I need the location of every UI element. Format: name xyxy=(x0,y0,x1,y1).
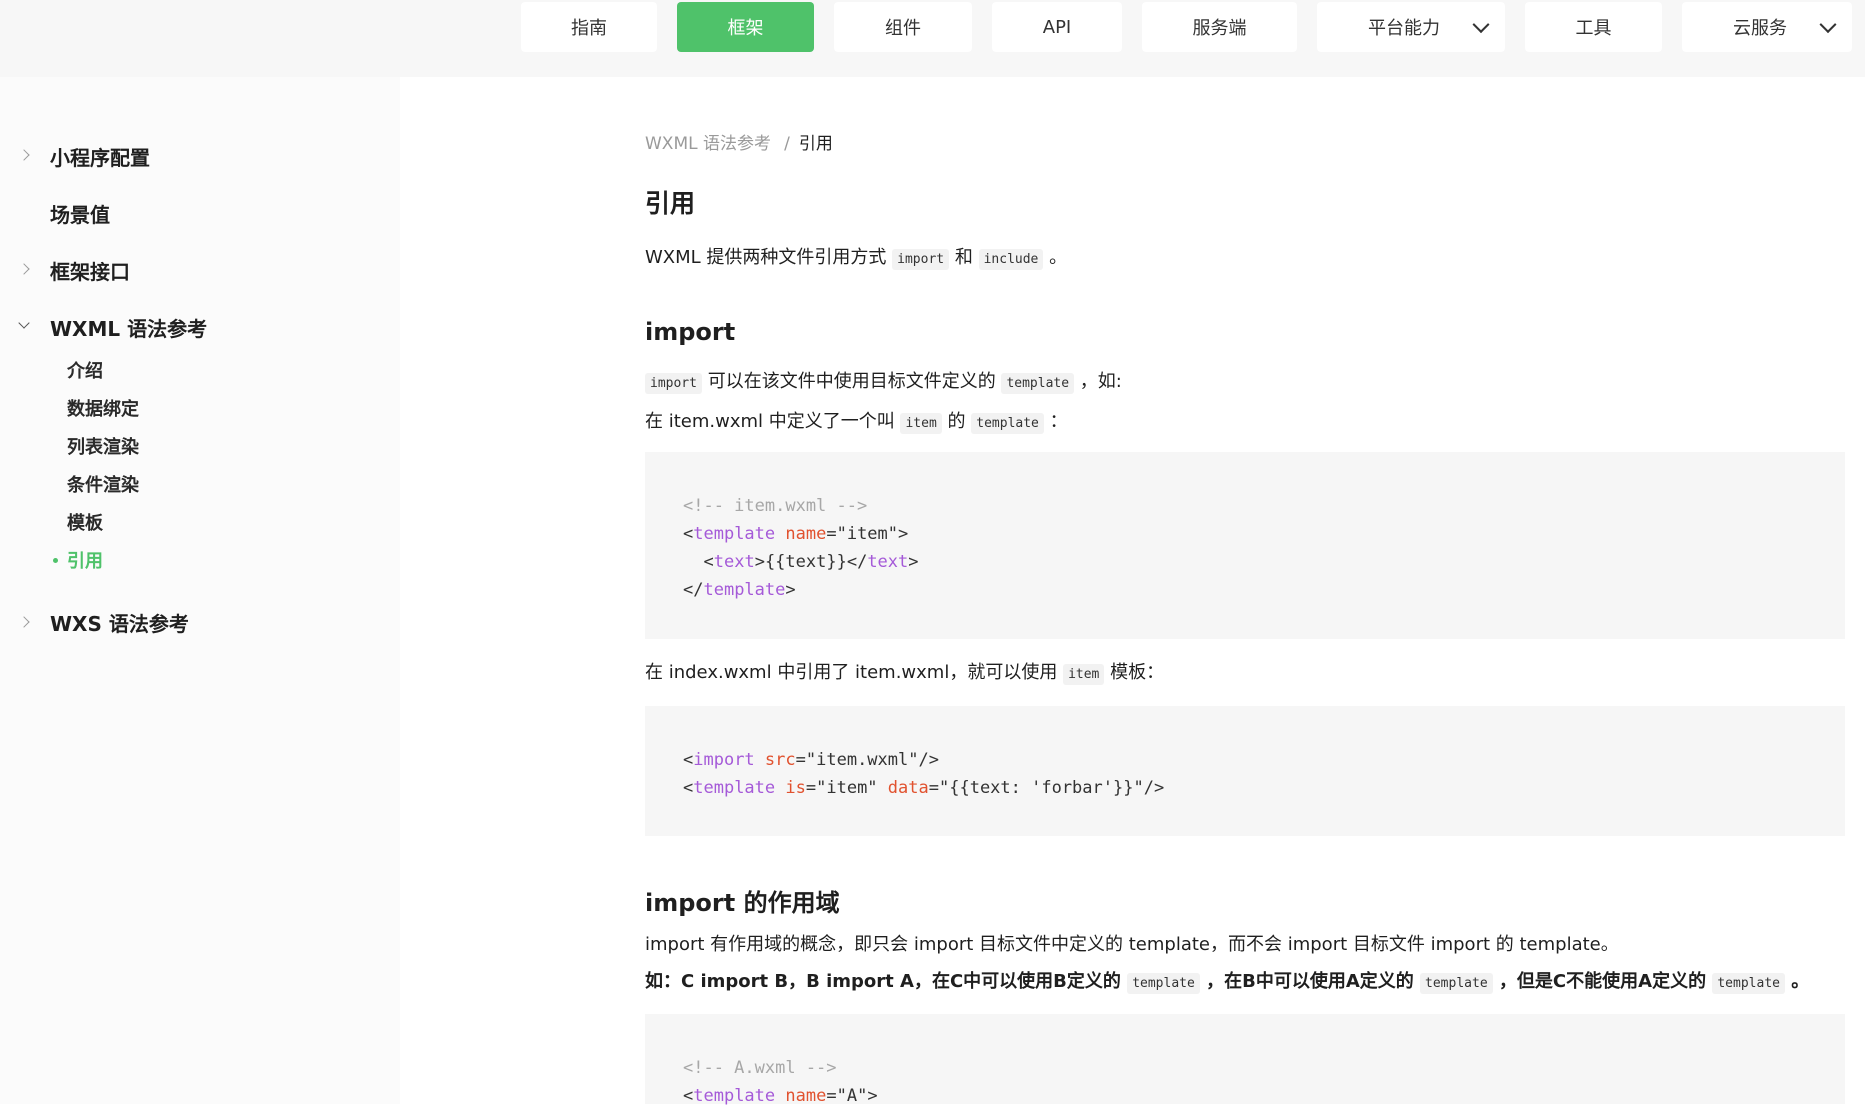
sidebar-item-wxs[interactable]: WXS 语法参考 xyxy=(50,608,189,637)
inline-code: template xyxy=(971,413,1044,434)
sidebar-subitem-template[interactable]: 模板 xyxy=(67,509,103,535)
import-paragraph-3: 在 index.wxml 中引用了 item.wxml，就可以使用 item 模… xyxy=(645,658,1165,685)
inline-code: item xyxy=(1063,664,1105,685)
sidebar-item-config[interactable]: 小程序配置 xyxy=(50,142,150,171)
paragraph-text: 如：C import B，B import A，在C中可以使用B定义的 xyxy=(645,971,1121,992)
sidebar-subitem-list-render[interactable]: 列表渲染 xyxy=(67,433,139,459)
inline-code: template xyxy=(1001,373,1075,394)
code-line: <import src="item.wxml"/> xyxy=(683,750,939,770)
sidebar-subitem-intro[interactable]: 介绍 xyxy=(67,357,103,383)
code-line: <template is="item" data="{{text: 'forba… xyxy=(683,778,1165,798)
nav-tab-label: 指南 xyxy=(571,18,607,39)
chevron-down-icon xyxy=(1819,16,1837,34)
inline-code: template xyxy=(1127,973,1200,994)
intro-text: 和 xyxy=(954,247,973,268)
nav-tab-guide[interactable]: 指南 xyxy=(521,2,657,52)
code-comment: <!-- item.wxml --> xyxy=(683,496,868,516)
nav-tab-label: 服务端 xyxy=(1192,18,1247,39)
sidebar: 小程序配置 场景值 框架接口 WXML 语法参考 介绍 数据绑定 列表渲染 条件… xyxy=(0,77,400,1104)
nav-tab-api[interactable]: API xyxy=(992,2,1122,52)
chevron-right-icon[interactable] xyxy=(18,263,30,275)
nav-tab-cloud[interactable]: 云服务 xyxy=(1682,2,1852,52)
inline-code: template xyxy=(1420,973,1493,994)
breadcrumb-separator: / xyxy=(784,134,790,154)
code-block-item: <!-- item.wxml --> <template name="item"… xyxy=(645,452,1845,639)
section-title-import-scope: import 的作用域 xyxy=(645,889,840,917)
intro-text: 。 xyxy=(1049,247,1068,268)
paragraph-text: ，在B中可以使用A定义的 xyxy=(1206,971,1414,992)
paragraph-text: ： xyxy=(1049,411,1068,432)
top-navigation: 指南 框架 组件 API 服务端 平台能力 工具 云服务 xyxy=(0,0,1865,77)
paragraph-text: 模板： xyxy=(1110,662,1165,683)
intro-text: WXML 提供两种文件引用方式 xyxy=(645,247,887,268)
nav-tab-label: API xyxy=(1042,16,1072,38)
nav-tab-label: 组件 xyxy=(885,18,921,39)
sidebar-subitem-data-binding[interactable]: 数据绑定 xyxy=(67,395,139,421)
inline-code: import xyxy=(892,249,950,270)
nav-tab-label: 云服务 xyxy=(1733,18,1787,39)
nav-tab-components[interactable]: 组件 xyxy=(834,2,972,52)
code-line: <template name="A"> xyxy=(683,1086,878,1106)
inline-code: template xyxy=(1712,973,1785,994)
chevron-right-icon[interactable] xyxy=(18,149,30,161)
scope-paragraph-1: import 有作用域的概念，即只会 import 目标文件中定义的 templ… xyxy=(645,934,1619,955)
breadcrumb: WXML 语法参考 / 引用 xyxy=(645,129,833,154)
paragraph-text: 在 item.wxml 中定义了一个叫 xyxy=(645,411,895,432)
paragraph-text: 在 index.wxml 中引用了 item.wxml，就可以使用 xyxy=(645,662,1058,683)
sidebar-item-scene[interactable]: 场景值 xyxy=(50,199,110,228)
page-title: 引用 xyxy=(645,189,696,218)
section-title-import: import xyxy=(645,318,736,346)
nav-tab-label: 框架 xyxy=(727,18,764,39)
scope-paragraph-2: 如：C import B，B import A，在C中可以使用B定义的 temp… xyxy=(645,967,1810,994)
nav-tab-tools[interactable]: 工具 xyxy=(1525,2,1662,52)
code-line: </template> xyxy=(683,580,796,600)
chevron-down-icon xyxy=(1472,16,1490,34)
paragraph-text: 可以在该文件中使用目标文件定义的 xyxy=(707,371,996,392)
chevron-right-icon[interactable] xyxy=(18,616,30,628)
breadcrumb-current: 引用 xyxy=(798,134,833,154)
intro-paragraph: WXML 提供两种文件引用方式 import 和 include 。 xyxy=(645,243,1068,270)
sidebar-item-framework-api[interactable]: 框架接口 xyxy=(50,256,130,285)
inline-code: include xyxy=(978,249,1044,270)
code-comment: <!-- A.wxml --> xyxy=(683,1058,837,1078)
import-paragraph-2: 在 item.wxml 中定义了一个叫 item 的 template ： xyxy=(645,407,1068,434)
paragraph-text: ，但是C不能使用A定义的 xyxy=(1498,971,1707,992)
nav-tab-label: 平台能力 xyxy=(1368,18,1440,39)
paragraph-text: 。 xyxy=(1791,971,1810,992)
paragraph-text: ，如: xyxy=(1079,371,1122,392)
nav-tab-label: 工具 xyxy=(1575,18,1612,39)
import-paragraph-1: import 可以在该文件中使用目标文件定义的 template ，如: xyxy=(645,367,1122,394)
nav-tab-server[interactable]: 服务端 xyxy=(1142,2,1297,52)
paragraph-text: 的 xyxy=(947,411,966,432)
nav-tab-framework[interactable]: 框架 xyxy=(677,2,814,52)
code-block-a: <!-- A.wxml --> <template name="A"> xyxy=(645,1014,1845,1106)
sidebar-item-wxml[interactable]: WXML 语法参考 xyxy=(50,313,207,342)
inline-code: import xyxy=(645,373,702,394)
chevron-down-icon[interactable] xyxy=(18,317,30,329)
nav-tab-platform[interactable]: 平台能力 xyxy=(1317,2,1505,52)
active-indicator-dot xyxy=(53,558,58,563)
code-line: <template name="item"> xyxy=(683,524,909,544)
code-line: <text>{{text}}</text> xyxy=(703,552,919,572)
sidebar-subitem-reference[interactable]: 引用 xyxy=(67,547,103,573)
breadcrumb-parent-link[interactable]: WXML 语法参考 xyxy=(645,134,771,154)
inline-code: item xyxy=(900,413,942,434)
code-block-index: <import src="item.wxml"/> <template is="… xyxy=(645,706,1845,836)
sidebar-subitem-conditional[interactable]: 条件渲染 xyxy=(67,471,139,497)
